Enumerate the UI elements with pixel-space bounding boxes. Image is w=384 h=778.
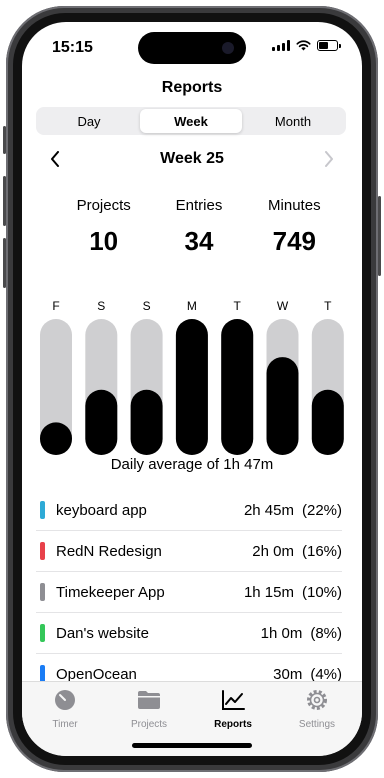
- volume-up-button: [3, 176, 6, 226]
- tab-timer[interactable]: Timer: [30, 688, 100, 730]
- project-percent: (10%): [301, 583, 342, 601]
- folder-icon: [138, 691, 160, 709]
- project-name: OpenOcean: [56, 665, 137, 683]
- bar-value[interactable]: [311, 389, 344, 455]
- project-name: RedN Redesign: [56, 542, 162, 560]
- chart-icon: [222, 690, 245, 710]
- stat-label: Projects: [76, 197, 131, 214]
- volume-down-button: [3, 238, 6, 288]
- tab-settings[interactable]: Settings: [282, 688, 352, 730]
- day-label: W: [277, 299, 289, 313]
- cellular-signal-icon: [272, 40, 290, 51]
- power-button: [378, 196, 381, 276]
- project-color-dot: [40, 583, 45, 601]
- timer-icon: [55, 690, 75, 710]
- wifi-icon: [296, 40, 311, 51]
- status-icons: [272, 40, 341, 51]
- stat-entries: Entries 34: [151, 197, 246, 257]
- bar-value[interactable]: [130, 389, 163, 455]
- project-time: 2h 0m: [252, 542, 294, 560]
- project-percent: (16%): [301, 542, 342, 560]
- page-title: Reports: [161, 79, 223, 96]
- day-label: F: [52, 299, 59, 313]
- bar-value[interactable]: [266, 357, 299, 455]
- status-time: 15:15: [52, 39, 93, 56]
- bar-value[interactable]: [40, 422, 72, 455]
- project-time: 1h 15m: [243, 583, 294, 601]
- list-item[interactable]: keyboard app 2h 45m (22%): [36, 490, 342, 531]
- project-color-dot: [40, 542, 45, 560]
- day-label: S: [97, 299, 105, 313]
- weekly-bar-chart: FSSMTWT: [40, 299, 344, 455]
- tab-label: Timer: [52, 719, 78, 730]
- project-color-dot: [40, 624, 45, 642]
- week-label: Week 25: [160, 150, 224, 167]
- tab-label: Settings: [298, 719, 336, 730]
- bar-value[interactable]: [221, 319, 254, 455]
- list-item[interactable]: Timekeeper App 1h 15m (10%): [36, 572, 342, 613]
- tab-label: Projects: [130, 719, 168, 730]
- segment-week[interactable]: Week: [140, 109, 242, 133]
- project-percent: (22%): [301, 501, 342, 519]
- screen: 15:15 Reports Day Week Month Week 25 Pro…: [22, 22, 362, 756]
- segment-day[interactable]: Day: [38, 109, 140, 133]
- action-button: [3, 126, 6, 154]
- project-color-dot: [40, 501, 45, 519]
- stat-minutes: Minutes 749: [247, 197, 342, 257]
- week-navigator: Week 25: [22, 146, 362, 172]
- day-label: M: [187, 299, 197, 313]
- chevron-right-icon: [325, 151, 333, 167]
- stat-value: 34: [184, 226, 214, 256]
- day-label: S: [143, 299, 151, 313]
- next-week-button[interactable]: [316, 146, 342, 172]
- gear-icon: [307, 690, 327, 710]
- battery-icon: [317, 40, 341, 51]
- stat-label: Entries: [175, 197, 223, 214]
- period-segmented-control: Day Week Month: [36, 107, 346, 135]
- bar-value[interactable]: [85, 389, 118, 455]
- home-indicator: [132, 743, 252, 748]
- dynamic-island: [138, 32, 246, 64]
- daily-average: Daily average of 1h 47m: [110, 456, 274, 473]
- stat-projects: Projects 10: [56, 197, 151, 257]
- list-item[interactable]: Dan's website 1h 0m (8%): [36, 613, 342, 654]
- project-time: 1h 0m: [260, 624, 303, 642]
- stat-value: 749: [272, 226, 317, 256]
- project-name: keyboard app: [56, 501, 147, 519]
- stat-value: 10: [89, 226, 119, 256]
- day-label: T: [324, 299, 332, 313]
- tab-reports[interactable]: Reports: [198, 688, 268, 730]
- stat-label: Minutes: [268, 197, 321, 214]
- tab-label: Reports: [214, 719, 252, 730]
- day-label: T: [234, 299, 242, 313]
- tab-bar: Timer Projects Reports Settings: [22, 681, 362, 756]
- tab-projects[interactable]: Projects: [114, 688, 184, 730]
- project-time: 30m: [273, 665, 303, 683]
- list-item[interactable]: RedN Redesign 2h 0m (16%): [36, 531, 342, 572]
- summary-stats: Projects 10 Entries 34 Minutes 749: [56, 197, 342, 257]
- project-name: Dan's website: [56, 624, 149, 642]
- bar-value[interactable]: [175, 319, 208, 455]
- project-name: Timekeeper App: [56, 583, 165, 601]
- project-time: 2h 45m: [243, 501, 294, 519]
- project-percent: (4%): [310, 665, 342, 683]
- project-percent: (8%): [310, 624, 342, 642]
- project-list: keyboard app 2h 45m (22%) RedN Redesign …: [36, 490, 342, 694]
- segment-month[interactable]: Month: [242, 109, 344, 133]
